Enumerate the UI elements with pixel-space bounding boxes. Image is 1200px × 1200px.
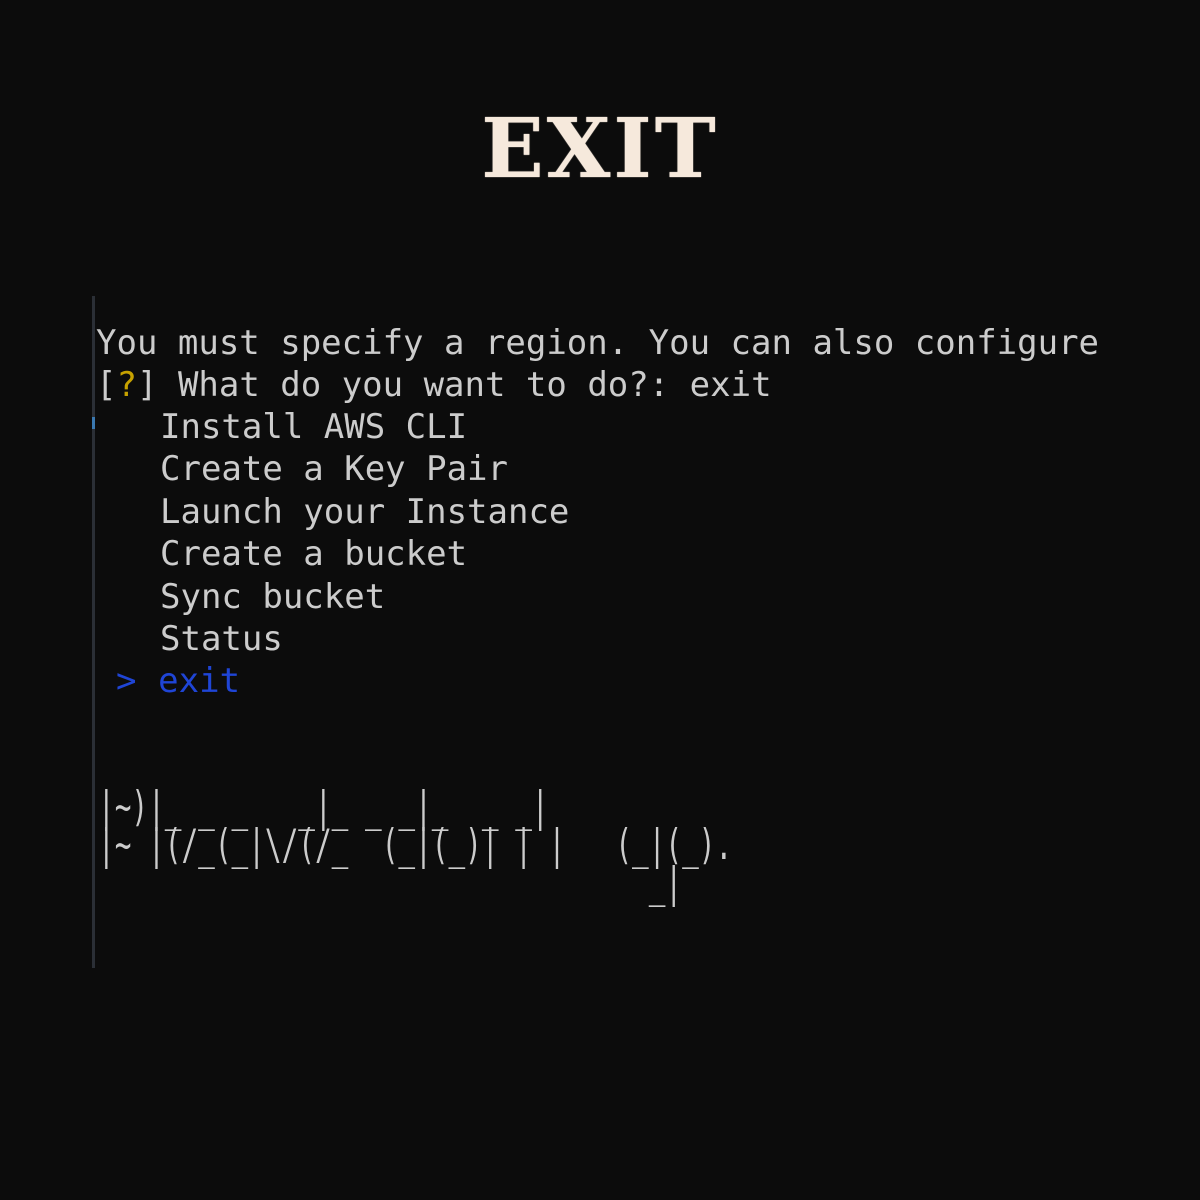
prompt-bracket-open: [ — [96, 365, 117, 405]
question-mark-icon: ? — [116, 365, 137, 405]
menu-option-exit-label: exit — [158, 661, 241, 701]
selection-cursor-icon: > — [116, 661, 137, 701]
ascii-art-line: _| — [98, 858, 683, 907]
scrollbar-marker — [92, 417, 95, 429]
ascii-art-banner: |~)|_ _ _ _|_ _ _|_ _ _| |~ |(/_(_|\/(/_… — [98, 786, 732, 904]
terminal-scrollbar[interactable] — [92, 296, 95, 968]
menu-option-sync-bucket[interactable]: Sync bucket — [160, 576, 385, 618]
prompt-bracket-close: ] — [136, 365, 158, 405]
page-heading: EXIT — [481, 101, 719, 197]
menu-option-create-bucket[interactable]: Create a bucket — [160, 533, 467, 575]
menu-option-launch-instance[interactable]: Launch your Instance — [160, 491, 569, 533]
menu-option-install-aws-cli[interactable]: Install AWS CLI — [160, 406, 467, 448]
menu-option-status[interactable]: Status — [160, 618, 283, 660]
menu-option-create-key-pair[interactable]: Create a Key Pair — [160, 448, 508, 490]
menu-option-exit[interactable]: > exit — [116, 660, 240, 702]
prompt-question: What do you want to do?: exit — [177, 365, 772, 405]
terminal-output-line: You must specify a region. You can also … — [96, 323, 1100, 363]
terminal-window[interactable]: You must specify a region. You can also … — [92, 296, 1152, 968]
terminal-prompt-line: [?] What do you want to do?: exit — [96, 364, 772, 406]
